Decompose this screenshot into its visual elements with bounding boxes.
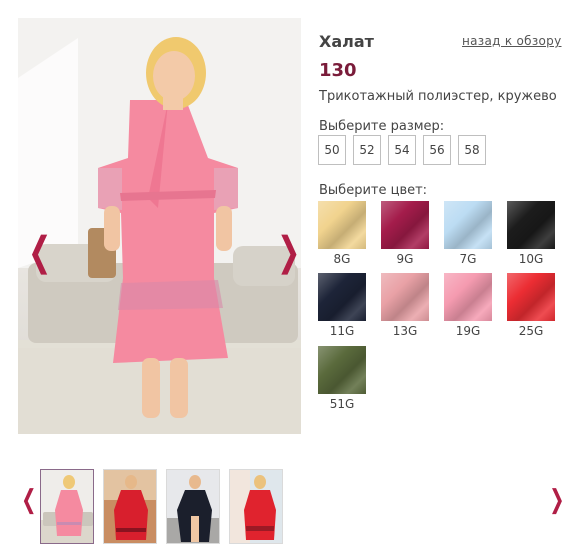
thumbnail-strip — [40, 469, 283, 544]
swatch-code: 19G — [455, 324, 481, 338]
size-label: Выберите размер: — [319, 119, 445, 134]
thumbnail-red-robe-garden[interactable] — [229, 469, 283, 544]
color-swatch-25g[interactable]: 25G — [507, 273, 555, 338]
thumbnail-pink-robe[interactable] — [40, 469, 94, 544]
swatch-code: 9G — [396, 252, 414, 266]
swatch-chip — [444, 201, 492, 249]
color-swatch-10g[interactable]: 10G — [507, 201, 555, 266]
size-option-58[interactable]: 58 — [458, 135, 486, 165]
swatch-code: 25G — [518, 324, 544, 338]
back-to-overview-link[interactable]: назад к обзору — [462, 34, 562, 48]
color-swatch-9g[interactable]: 9G — [381, 201, 429, 266]
swatch-code: 51G — [329, 397, 355, 411]
swatch-chip — [318, 273, 366, 321]
thumbnail-black-robe[interactable] — [166, 469, 220, 544]
thumbnail-image — [230, 470, 282, 543]
color-swatch-51g[interactable]: 51G — [318, 346, 366, 411]
swatch-code: 8G — [333, 252, 351, 266]
swatch-chip — [381, 201, 429, 249]
swatch-code: 13G — [392, 324, 418, 338]
size-option-50[interactable]: 50 — [318, 135, 346, 165]
swatch-chip — [444, 273, 492, 321]
swatch-chip — [318, 346, 366, 394]
thumbnail-image — [104, 470, 156, 543]
thumbnail-image — [41, 470, 93, 543]
swatch-chip — [507, 273, 555, 321]
product-title: Халат — [319, 32, 374, 51]
swatch-code: 11G — [329, 324, 355, 338]
thumbnail-image — [167, 470, 219, 543]
product-photo-image — [18, 18, 301, 434]
product-material: Трикотажный полиэстер, кружево — [319, 89, 557, 104]
color-swatch-11g[interactable]: 11G — [318, 273, 366, 338]
color-swatch-7g[interactable]: 7G — [444, 201, 492, 266]
swatch-chip — [507, 201, 555, 249]
swatch-code: 7G — [459, 252, 477, 266]
swatch-code: 10G — [518, 252, 544, 266]
size-option-56[interactable]: 56 — [423, 135, 451, 165]
color-swatch-8g[interactable]: 8G — [318, 201, 366, 266]
thumbnail-red-robe[interactable] — [103, 469, 157, 544]
thumbnails-next-arrow[interactable]: ❯ — [549, 487, 564, 513]
size-option-54[interactable]: 54 — [388, 135, 416, 165]
color-swatch-19g[interactable]: 19G — [444, 273, 492, 338]
swatch-chip — [381, 273, 429, 321]
swatch-chip — [318, 201, 366, 249]
main-product-photo — [18, 18, 301, 434]
size-selector: 50 52 54 56 58 — [318, 135, 486, 165]
color-swatch-13g[interactable]: 13G — [381, 273, 429, 338]
main-photo-next-arrow[interactable]: ❯ — [277, 232, 300, 272]
color-label: Выберите цвет: — [319, 183, 428, 198]
product-price: 130 — [319, 60, 357, 81]
thumbnails-prev-arrow[interactable]: ❮ — [21, 487, 36, 513]
main-photo-prev-arrow[interactable]: ❮ — [28, 232, 51, 272]
size-option-52[interactable]: 52 — [353, 135, 381, 165]
